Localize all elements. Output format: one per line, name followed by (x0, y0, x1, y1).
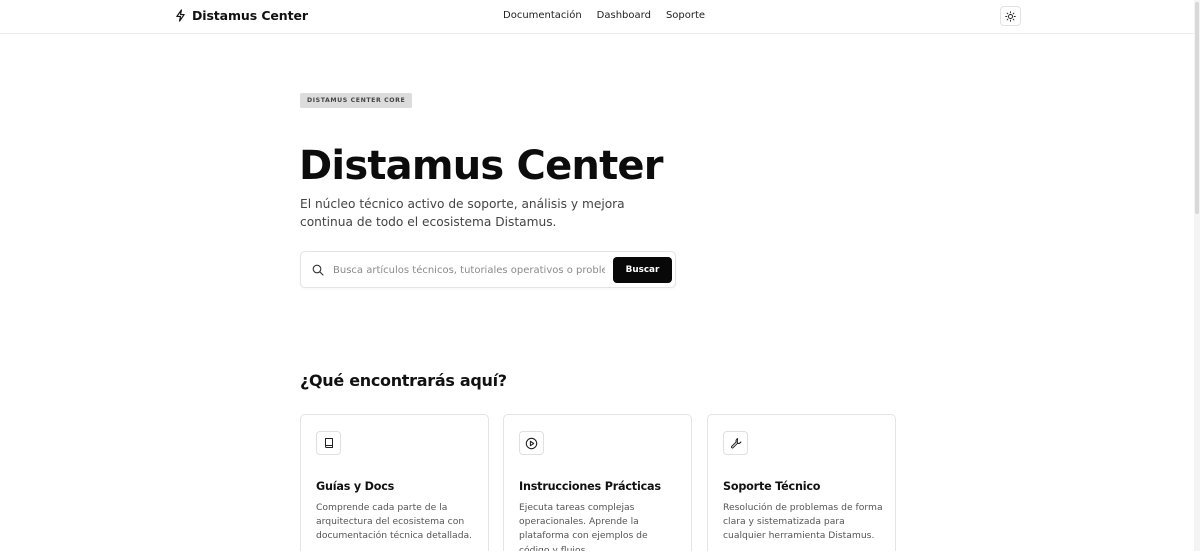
card-title: Guías y Docs (316, 480, 395, 493)
search-bar: Buscar (300, 251, 676, 288)
bolt-icon (176, 9, 185, 22)
nav-link-documentacion[interactable]: Documentación (503, 10, 582, 21)
main-nav: Documentación Dashboard Soporte (503, 10, 705, 21)
search-input[interactable] (333, 262, 605, 278)
book-icon (324, 438, 333, 448)
feature-card-guias[interactable]: Guías y Docs Comprende cada parte de la … (300, 414, 489, 551)
card-title: Soporte Técnico (723, 480, 821, 493)
nav-link-dashboard[interactable]: Dashboard (597, 10, 651, 21)
card-icon-box (519, 431, 544, 455)
features-section-title: ¿Qué encontrarás aquí? (300, 371, 507, 390)
card-icon-box (316, 431, 341, 455)
card-description: Comprende cada parte de la arquitectura … (316, 502, 473, 542)
page-title: Distamus Center (299, 143, 663, 189)
card-description: Ejecuta tareas complejas operacionales. … (519, 502, 648, 551)
card-description: Resolución de problemas de forma clara y… (723, 502, 883, 542)
scrollbar-thumb[interactable] (1195, 2, 1199, 214)
search-button[interactable]: Buscar (613, 257, 672, 283)
feature-card-soporte[interactable]: Soporte Técnico Resolución de problemas … (707, 414, 896, 551)
top-navbar: Distamus Center Documentación Dashboard … (0, 0, 1200, 34)
play-circle-icon (525, 437, 538, 449)
sun-icon (1005, 10, 1016, 22)
brand[interactable]: Distamus Center (175, 8, 308, 23)
hero-badge: DISTAMUS CENTER CORE (300, 93, 413, 108)
card-title: Instrucciones Prácticas (519, 480, 661, 493)
nav-link-soporte[interactable]: Soporte (666, 10, 705, 21)
feature-card-instrucciones[interactable]: Instrucciones Prácticas Ejecuta tareas c… (503, 414, 692, 551)
theme-toggle-button[interactable] (1000, 6, 1021, 26)
search-icon (312, 264, 324, 276)
hero-subtitle: El núcleo técnico activo de soporte, aná… (300, 197, 625, 229)
brand-name: Distamus Center (192, 8, 308, 23)
card-icon-box (723, 431, 748, 455)
wrench-icon (730, 438, 741, 449)
page-scrollbar[interactable] (1194, 0, 1200, 551)
